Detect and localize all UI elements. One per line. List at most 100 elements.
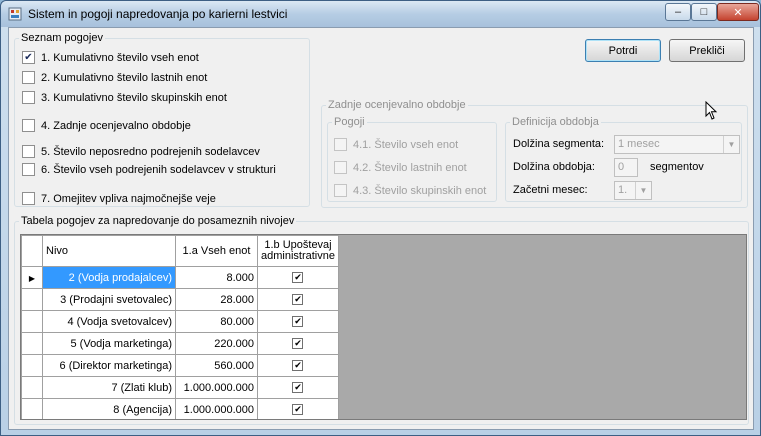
checkbox-checked-icon[interactable] (292, 382, 304, 394)
row-header-corner[interactable] (21, 235, 43, 267)
maximize-icon: □ (700, 6, 708, 18)
cell-upostevaj[interactable] (257, 266, 339, 289)
period-condition-label: 4.2. Število lastnih enot (353, 161, 467, 174)
condition-label: 3. Kumulativno število skupinskih enot (41, 91, 227, 104)
period-length-unit: segmentov (650, 161, 704, 173)
cell-upostevaj[interactable] (257, 332, 339, 355)
title-bar[interactable]: Sistem in pogoji napredovanja po kariern… (1, 1, 760, 27)
table-row[interactable]: 5 (Vodja marketinga) 220.000 (21, 332, 339, 355)
app-window: Sistem in pogoji napredovanja po kariern… (0, 0, 761, 436)
segment-length-label: Dolžina segmenta: (513, 138, 605, 150)
cell-upostevaj[interactable] (257, 354, 339, 377)
row-header[interactable] (21, 354, 43, 377)
levels-data-grid[interactable]: Nivo 1.a Vseh enot 1.b Upoštevaj adminis… (20, 234, 747, 420)
checkbox-checked-icon[interactable] (292, 294, 304, 306)
checkbox-unchecked-icon[interactable] (22, 119, 35, 132)
checkbox-checked-icon[interactable] (292, 338, 304, 350)
checkbox-unchecked-icon[interactable] (334, 138, 347, 151)
app-icon (8, 7, 22, 21)
column-header-vseh-enot[interactable]: 1.a Vseh enot (175, 235, 258, 267)
cell-vseh-enot[interactable]: 8.000 (175, 266, 258, 289)
cell-nivo[interactable]: 5 (Vodja marketinga) (42, 332, 176, 355)
checkbox-unchecked-icon[interactable] (334, 184, 347, 197)
checkbox-unchecked-icon[interactable] (22, 163, 35, 176)
confirm-button[interactable]: Potrdi (585, 39, 661, 62)
cell-nivo[interactable]: 4 (Vodja svetovalcev) (42, 310, 176, 333)
table-row[interactable]: 3 (Prodajni svetovalec) 28.000 (21, 288, 339, 311)
minimize-icon: – (674, 6, 682, 18)
cell-vseh-enot[interactable]: 1.000.000.000 (175, 398, 258, 419)
chevron-down-icon: ▼ (635, 182, 651, 199)
cell-vseh-enot[interactable]: 28.000 (175, 288, 258, 311)
period-length-value: 0 (618, 161, 625, 173)
table-row[interactable]: 7 (Zlati klub) 1.000.000.000 (21, 376, 339, 399)
condition-checkbox-7[interactable]: 7. Omejitev vpliva najmočnejše veje (22, 192, 216, 205)
condition-label: 4. Zadnje ocenjevalno obdobje (41, 119, 191, 132)
cell-nivo[interactable]: 8 (Agencija) (42, 398, 176, 419)
close-button[interactable]: ✕ (717, 3, 759, 21)
minimize-button[interactable]: – (665, 3, 691, 21)
levels-table: Nivo 1.a Vseh enot 1.b Upoštevaj adminis… (21, 235, 339, 419)
checkbox-checked-icon[interactable] (292, 272, 304, 284)
start-month-select[interactable]: 1. ▼ (614, 181, 652, 200)
condition-label: 7. Omejitev vpliva najmočnejše veje (41, 192, 216, 205)
cancel-button-label: Prekliči (689, 44, 725, 57)
row-header[interactable] (21, 376, 43, 399)
column-header-upostevaj[interactable]: 1.b Upoštevaj administrativne (257, 235, 339, 267)
checkbox-unchecked-icon[interactable] (334, 161, 347, 174)
cell-nivo[interactable]: 3 (Prodajni svetovalec) (42, 288, 176, 311)
cell-vseh-enot[interactable]: 220.000 (175, 332, 258, 355)
cell-nivo[interactable]: 7 (Zlati klub) (42, 376, 176, 399)
cell-nivo[interactable]: 6 (Direktor marketinga) (42, 354, 176, 377)
period-condition-checkbox-3[interactable]: 4.3. Število skupinskih enot (334, 184, 486, 197)
checkbox-unchecked-icon[interactable] (22, 192, 35, 205)
start-month-value: 1. (618, 184, 628, 196)
condition-checkbox-6[interactable]: 6. Število vseh podrejenih sodelavcev v … (22, 163, 276, 176)
cell-upostevaj[interactable] (257, 398, 339, 419)
row-header[interactable] (21, 332, 43, 355)
cell-vseh-enot[interactable]: 1.000.000.000 (175, 376, 258, 399)
condition-checkbox-5[interactable]: 5. Število neposredno podrejenih sodelav… (22, 145, 260, 158)
checkbox-checked-icon[interactable] (22, 51, 35, 64)
period-condition-checkbox-1[interactable]: 4.1. Število vseh enot (334, 138, 458, 151)
dialog-client-area: Seznam pogojev 1. Kumulativno število vs… (8, 27, 754, 430)
cell-upostevaj[interactable] (257, 376, 339, 399)
row-header[interactable] (21, 398, 43, 419)
checkbox-unchecked-icon[interactable] (22, 91, 35, 104)
condition-label: 1. Kumulativno število vseh enot (41, 51, 199, 64)
period-condition-checkbox-2[interactable]: 4.2. Število lastnih enot (334, 161, 467, 174)
table-row[interactable]: 4 (Vodja svetovalcev) 80.000 (21, 310, 339, 333)
cancel-button[interactable]: Prekliči (669, 39, 745, 62)
row-header[interactable] (21, 310, 43, 333)
cell-vseh-enot[interactable]: 560.000 (175, 354, 258, 377)
period-length-label: Dolžina obdobja: (513, 161, 595, 173)
chevron-down-icon: ▼ (723, 136, 739, 153)
segment-length-select[interactable]: 1 mesec ▼ (614, 135, 740, 154)
row-header[interactable] (21, 288, 43, 311)
table-body: ▶ 2 (Vodja prodajalcev)8.0003 (Prodajni s… (21, 266, 339, 419)
checkbox-checked-icon[interactable] (292, 360, 304, 372)
current-row-arrow-icon: ▶ (28, 273, 36, 283)
condition-checkbox-4[interactable]: 4. Zadnje ocenjevalno obdobje (22, 119, 191, 132)
table-row[interactable]: 8 (Agencija) 1.000.000.000 (21, 398, 339, 419)
cell-upostevaj[interactable] (257, 310, 339, 333)
checkbox-checked-icon[interactable] (292, 404, 304, 416)
period-conditions-legend: Pogoji (334, 116, 365, 128)
period-length-input[interactable]: 0 (614, 158, 638, 177)
maximize-button[interactable]: □ (691, 3, 717, 21)
checkbox-checked-icon[interactable] (292, 316, 304, 328)
condition-checkbox-1[interactable]: 1. Kumulativno število vseh enot (22, 51, 199, 64)
condition-label: 5. Število neposredno podrejenih sodelav… (41, 145, 260, 158)
checkbox-unchecked-icon[interactable] (22, 71, 35, 84)
table-row[interactable]: ▶ 2 (Vodja prodajalcev) 8.000 (21, 266, 339, 289)
column-header-nivo[interactable]: Nivo (42, 235, 176, 267)
cell-nivo[interactable]: 2 (Vodja prodajalcev) (42, 266, 176, 289)
cell-vseh-enot[interactable]: 80.000 (175, 310, 258, 333)
table-row[interactable]: 6 (Direktor marketinga) 560.000 (21, 354, 339, 377)
condition-checkbox-2[interactable]: 2. Kumulativno število lastnih enot (22, 71, 207, 84)
condition-checkbox-3[interactable]: 3. Kumulativno število skupinskih enot (22, 91, 227, 104)
checkbox-unchecked-icon[interactable] (22, 145, 35, 158)
cell-upostevaj[interactable] (257, 288, 339, 311)
conditions-legend: Seznam pogojev (21, 32, 103, 44)
row-header[interactable]: ▶ (21, 266, 43, 289)
